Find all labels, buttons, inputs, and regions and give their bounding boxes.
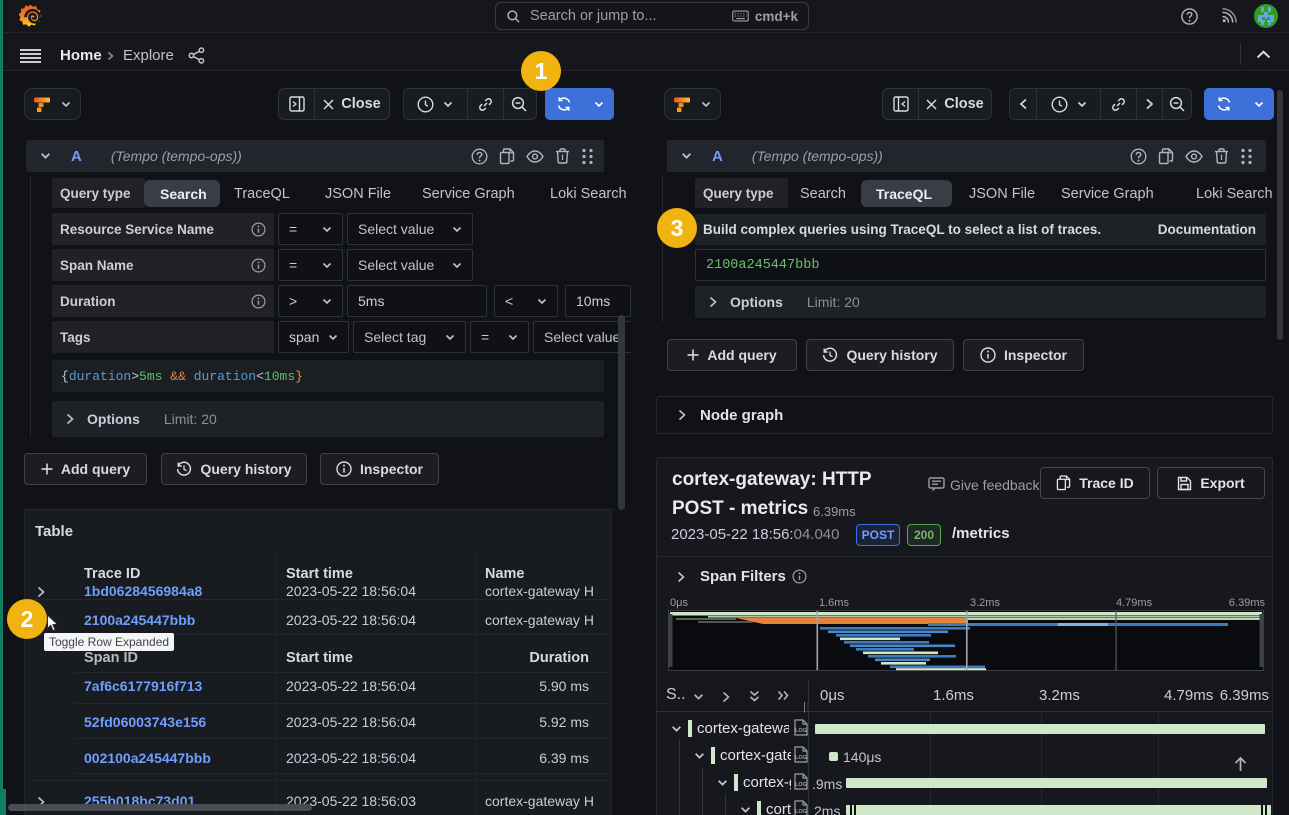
svg-text:LOG: LOG bbox=[795, 728, 807, 734]
svg-text:LOG: LOG bbox=[795, 809, 807, 815]
svg-text:LOG: LOG bbox=[795, 755, 807, 761]
svg-text:LOG: LOG bbox=[795, 782, 807, 788]
